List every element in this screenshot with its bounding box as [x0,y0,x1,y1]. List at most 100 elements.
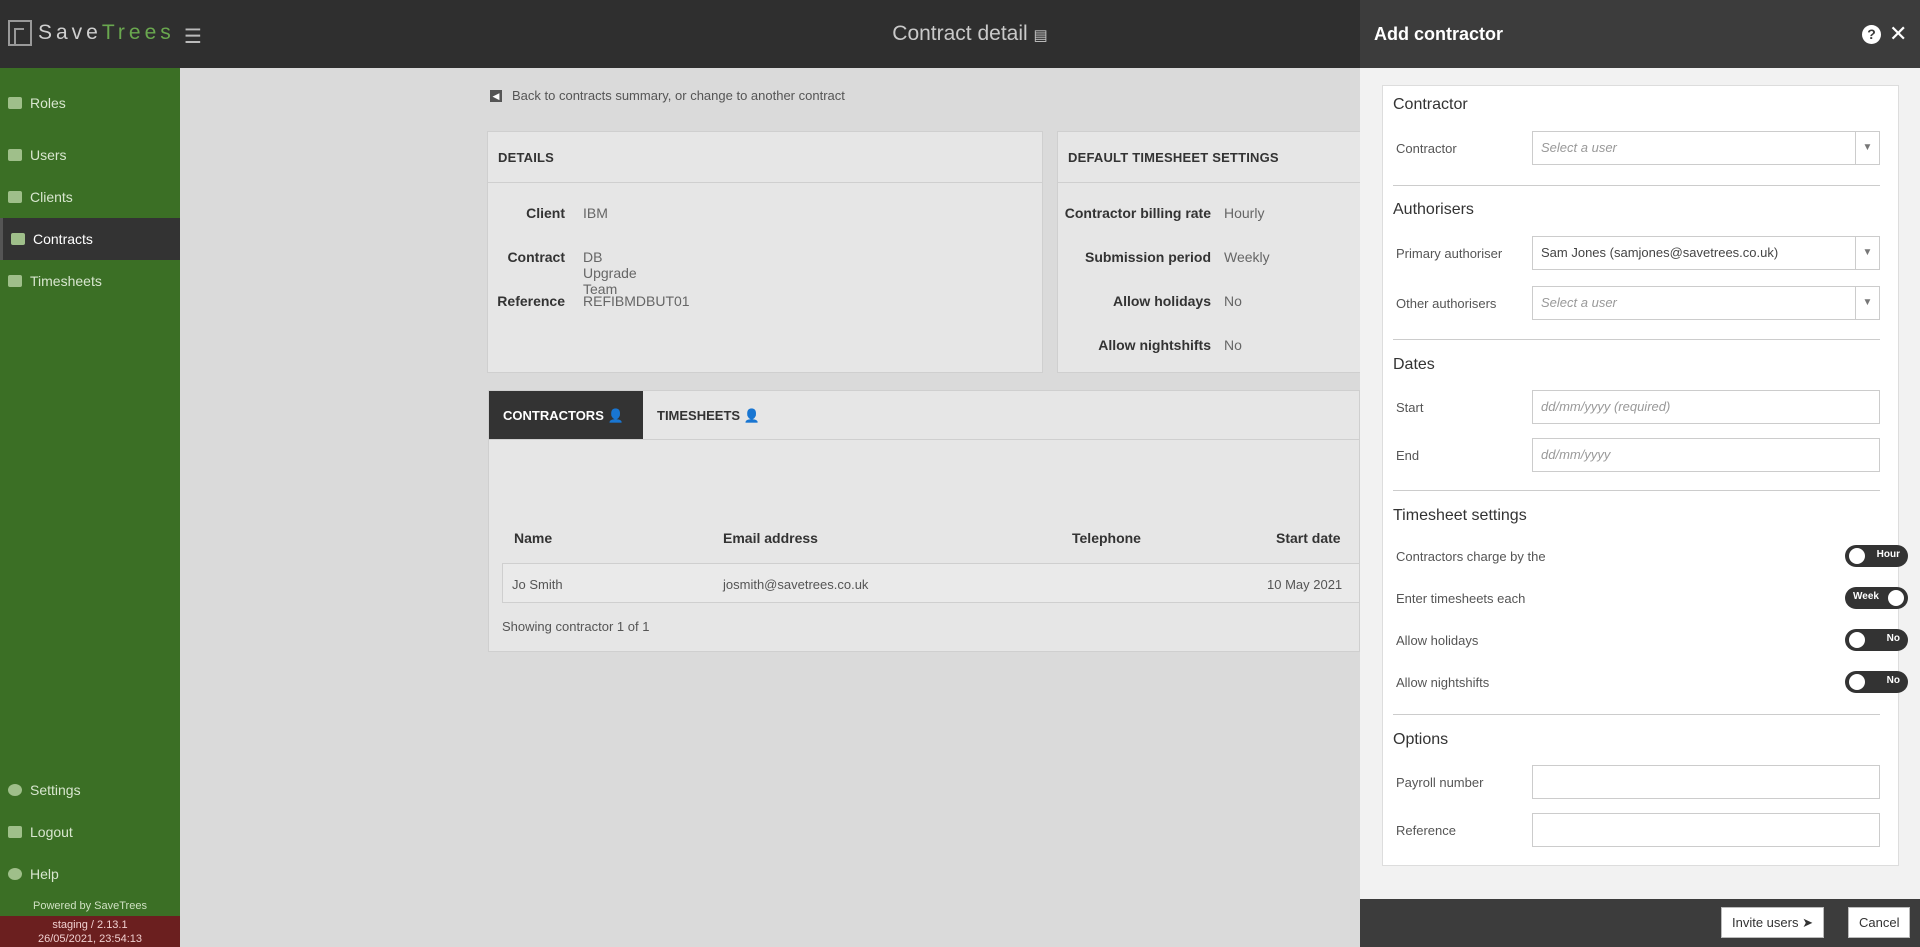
user-icon: 👤 [607,408,624,423]
sidebar-item-label: Logout [30,824,73,840]
sidebar-item-label: Settings [30,782,81,798]
column-header-telephone[interactable]: Telephone [1072,530,1141,546]
divider [1393,339,1880,340]
detail-key: Client [526,205,565,221]
panel-header: Add contractor ? ✕ [1360,0,1920,68]
user-clock-icon [8,275,22,287]
sidebar-item-users[interactable]: Users [0,134,180,176]
building-icon [8,191,22,203]
timesheets-each-label: Enter timesheets each [1396,591,1526,606]
cell-start-date: 10 May 2021 [1267,577,1343,592]
end-date-input[interactable]: dd/mm/yyyy [1532,438,1880,472]
gear-icon [8,784,22,796]
detail-key: Reference [497,293,565,309]
sidebar-item-label: Timesheets [30,273,102,289]
detail-value: DB Upgrade Team [583,249,637,297]
sidebar-item-contracts[interactable]: Contracts [0,218,180,260]
payroll-number-label: Payroll number [1396,775,1484,790]
sidebar-item-settings[interactable]: Settings [0,769,180,811]
divider [1393,490,1880,491]
back-link[interactable]: ◀ Back to contracts summary, or change t… [490,88,845,103]
section-options: Options [1393,731,1449,748]
back-arrow-icon: ◀ [490,89,502,102]
cell-email: josmith@savetrees.co.uk [723,577,869,592]
sidebar-item-label: Users [30,147,67,163]
sidebar-item-roles[interactable]: Roles [0,82,180,124]
details-card: DETAILS [487,131,1043,373]
chevron-down-icon: ▼ [1855,287,1879,319]
detail-key: Contract [507,249,565,265]
back-link-text: Back to contracts summary, or change to … [512,88,845,103]
default-value: No [1224,293,1242,309]
help-icon [8,868,22,880]
allow-holidays-label: Allow holidays [1396,633,1479,648]
end-date-label: End [1396,448,1420,463]
contractor-select[interactable]: Select a user ▼ [1532,131,1880,165]
primary-authoriser-label: Primary authoriser [1396,246,1503,261]
column-header-name[interactable]: Name [514,530,552,546]
toggle-knob [1849,674,1865,690]
divider [1393,714,1880,715]
help-icon[interactable]: ? [1862,25,1881,44]
toggle-knob [1888,590,1904,606]
column-header-email[interactable]: Email address [723,530,818,546]
payroll-number-input[interactable] [1532,765,1880,799]
contractor-label: Contractor [1396,141,1457,156]
section-timesheet-settings: Timesheet settings [1393,507,1527,524]
table-row[interactable] [502,563,1360,603]
panel-title: Add contractor [1374,24,1504,44]
details-title: DETAILS [488,132,1042,183]
primary-authoriser-select[interactable]: Sam Jones (samjones@savetrees.co.uk) ▼ [1532,236,1880,270]
default-key: Allow holidays [1112,293,1211,309]
cell-name: Jo Smith [512,577,563,592]
contract-tabs: CONTRACTORS 👤 TIMESHEETS 👤 [488,390,1360,441]
default-settings-title: DEFAULT TIMESHEET SETTINGS [1058,132,1360,183]
user-clock-icon: 👤 [743,408,760,423]
tab-contractors[interactable]: CONTRACTORS 👤 [489,391,643,441]
sidebar-item-label: Clients [30,189,73,205]
cancel-button[interactable]: Cancel [1848,907,1911,938]
chevron-down-icon: ▼ [1855,237,1879,269]
start-date-input[interactable]: dd/mm/yyyy (required) [1532,390,1880,424]
invite-users-button[interactable]: Invite users ➤ [1721,907,1825,938]
sidebar: Roles Users Clients Contracts Timesheets… [0,68,180,947]
reference-input[interactable] [1532,813,1880,847]
allow-holidays-toggle[interactable]: No [1845,629,1908,651]
timesheets-each-toggle[interactable]: Week [1845,587,1908,609]
document-icon [11,233,25,245]
divider [1393,185,1880,186]
other-authorisers-select[interactable]: Select a user ▼ [1532,286,1880,320]
charge-by-toggle[interactable]: Hour [1845,545,1908,567]
default-value: Weekly [1224,249,1270,265]
sidebar-item-timesheets[interactable]: Timesheets [0,260,180,302]
environment-version: staging / 2.13.1 [52,919,128,931]
tab-timesheets[interactable]: TIMESHEETS 👤 [643,391,760,441]
toggle-knob [1849,548,1865,564]
default-key: Allow nightshifts [1098,337,1211,353]
showing-count: Showing contractor 1 of 1 [502,619,650,634]
version-info: staging / 2.13.1 26/05/2021, 23:54:13 [0,916,180,947]
allow-nightshifts-toggle[interactable]: No [1845,671,1908,693]
section-contractor: Contractor [1393,96,1468,113]
detail-value: REFIBMDBUT01 [583,293,690,309]
build-timestamp: 26/05/2021, 23:54:13 [38,933,142,945]
sidebar-item-label: Help [30,866,59,882]
other-authorisers-label: Other authorisers [1396,296,1497,311]
sidebar-item-logout[interactable]: Logout [0,811,180,853]
detail-value: IBM [583,205,608,221]
send-icon: ➤ [1802,915,1814,930]
sidebar-item-clients[interactable]: Clients [0,176,180,218]
add-contractor-panel: Add contractor ? ✕ Contractor Contractor… [1360,0,1920,947]
close-icon[interactable]: ✕ [1889,21,1907,47]
sidebar-item-help[interactable]: Help [0,853,180,895]
contractor-form: Contractor Contractor Select a user ▼ Aut… [1382,85,1908,866]
main-content: ◀ Back to contracts summary, or change t… [180,68,1360,947]
column-header-start-date[interactable]: Start date [1276,530,1341,546]
toggle-knob [1849,632,1865,648]
powered-by: Powered by SaveTrees [33,900,147,912]
section-authorisers: Authorisers [1393,201,1474,218]
user-card-icon [8,149,22,161]
charge-by-label: Contractors charge by the [1396,549,1546,564]
logout-icon [8,826,22,838]
sidebar-item-label: Roles [30,95,66,111]
